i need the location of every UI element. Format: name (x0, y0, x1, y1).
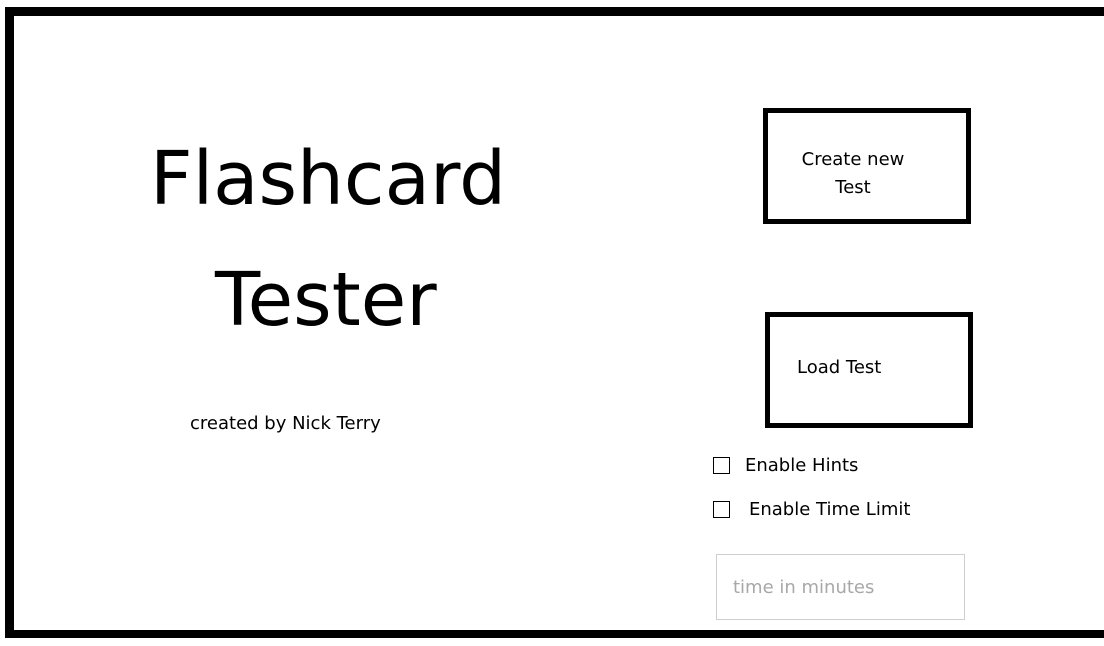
create-new-test-button[interactable]: Create new Test (763, 108, 971, 224)
enable-hints-checkbox[interactable] (713, 457, 730, 474)
load-test-label: Load Test (797, 357, 882, 378)
time-in-minutes-input[interactable] (716, 554, 965, 620)
enable-time-limit-label: Enable Time Limit (749, 499, 911, 520)
enable-hints-label: Enable Hints (745, 455, 859, 476)
app-title-line-2: Tester (215, 257, 437, 343)
enable-time-limit-checkbox[interactable] (713, 501, 730, 518)
create-new-test-label: Create new Test (801, 149, 905, 198)
enable-hints-option[interactable]: Enable Hints (713, 455, 858, 476)
enable-time-limit-option[interactable]: Enable Time Limit (713, 499, 910, 520)
author-byline: created by Nick Terry (190, 413, 381, 434)
app-title-line-1: Flashcard (150, 136, 507, 222)
load-test-button[interactable]: Load Test (765, 312, 973, 428)
